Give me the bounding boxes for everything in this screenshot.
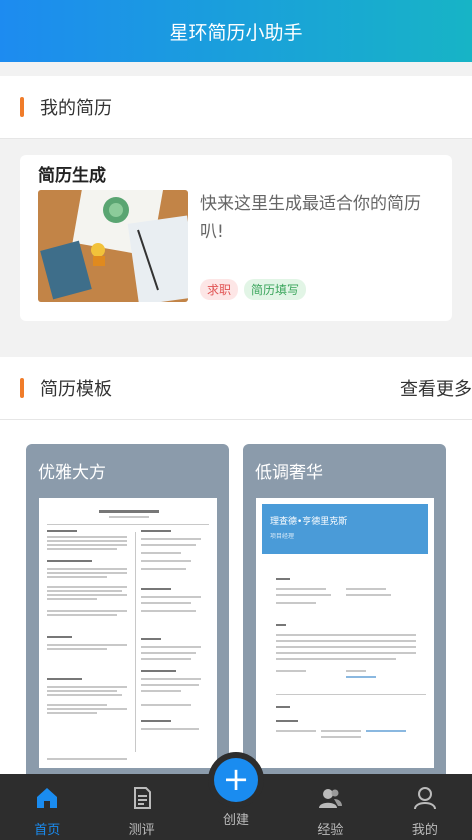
app-title: 星环简历小助手	[169, 21, 303, 44]
my-resume-title: 我的简历	[40, 98, 112, 119]
my-resume-section-header: 我的简历	[0, 76, 472, 138]
tag-job[interactable]: 求职	[200, 279, 239, 300]
section-accent-bar	[20, 97, 24, 117]
tab-home[interactable]: 首页	[0, 774, 94, 840]
plus-icon: +	[214, 758, 259, 802]
template-card-luxury[interactable]: 低调奢华 理查德•亨德里克斯 项目经理	[243, 444, 446, 775]
tab-mine[interactable]: 我的	[378, 774, 472, 840]
templates-section-header: 简历模板 查看更多	[0, 357, 472, 419]
app-header: 星环简历小助手	[0, 0, 472, 62]
tab-label: 创建	[223, 813, 250, 828]
card-description: 快来这里生成最适合你的简历叭!	[200, 194, 421, 242]
template-name: 低调奢华	[255, 463, 323, 483]
tab-label: 经验	[317, 823, 344, 838]
tab-evaluate[interactable]: 测评	[94, 774, 188, 840]
section-accent-bar	[20, 378, 24, 398]
tag-fill[interactable]: 简历填写	[244, 279, 307, 300]
tab-label: 测评	[128, 823, 155, 838]
people-icon	[319, 789, 343, 808]
tab-create[interactable]: + 创建	[189, 752, 283, 840]
home-icon	[37, 788, 58, 808]
tab-label: 我的	[411, 823, 438, 838]
template-preview-elegant	[39, 498, 217, 768]
card-title: 简历生成	[38, 166, 106, 186]
templates-title: 简历模板	[40, 379, 112, 400]
template-name: 优雅大方	[38, 463, 106, 483]
document-icon	[133, 787, 151, 809]
template-preview-luxury: 理查德•亨德里克斯 项目经理	[256, 498, 434, 768]
user-icon	[413, 787, 436, 810]
desk-photo-thumbnail	[38, 190, 188, 302]
doc-role: 项目经理	[270, 533, 295, 540]
bottom-tab-bar: 首页 测评 + 创建 经验 我的	[0, 752, 472, 840]
doc-name: 理查德•亨德里克斯	[270, 517, 348, 527]
tab-label: 首页	[34, 823, 61, 838]
resume-generate-card[interactable]: 简历生成 快来这里生成最适合你的简历叭! 求职 简历填写	[20, 155, 452, 321]
create-fab[interactable]: +	[208, 752, 265, 808]
tab-experience[interactable]: 经验	[283, 774, 377, 840]
view-more-link[interactable]: 查看更多	[400, 375, 472, 401]
template-card-elegant[interactable]: 优雅大方	[26, 444, 229, 775]
